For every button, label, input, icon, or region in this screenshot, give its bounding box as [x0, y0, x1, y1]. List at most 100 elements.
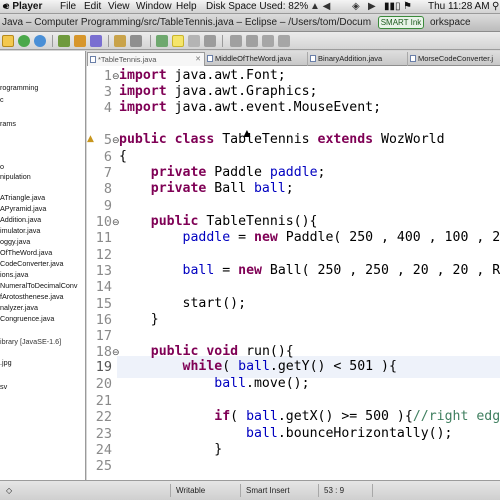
keyword: import — [119, 68, 167, 83]
tree-item[interactable]: .jpg — [0, 357, 12, 369]
run-icon[interactable] — [18, 35, 30, 47]
menu-view[interactable]: View — [108, 1, 130, 12]
keyword: while — [182, 359, 223, 374]
code-line[interactable]: ball.bounceHorizontally(); — [119, 426, 452, 441]
tab-middleoftheword[interactable]: MiddleOfTheWord.java — [205, 52, 308, 66]
code-line[interactable]: } — [119, 442, 222, 457]
line-number: 3 — [103, 84, 112, 100]
java-file-icon — [90, 56, 96, 63]
menubar-clock[interactable]: Thu 11:28 AM — [428, 1, 490, 12]
code-editor[interactable]: 1 3 4 5 6 7 8 9 10 11 12 13 14 15 16 17 … — [87, 66, 500, 480]
tab-binaryaddition[interactable]: BinaryAddition.java — [308, 52, 408, 66]
tree-item-library[interactable]: ibrary [JavaSE-1.6] — [0, 336, 61, 348]
smart-ink-badge[interactable]: SMART Ink — [378, 16, 424, 29]
code-line[interactable]: import java.awt.Font; — [119, 68, 286, 83]
code-line[interactable]: public void run(){ — [119, 344, 294, 359]
status-icon[interactable]: ◇ — [6, 486, 12, 495]
battery-icon[interactable]: ▮▮▯ — [384, 1, 401, 12]
format-icon[interactable] — [188, 35, 200, 47]
volume-icon[interactable]: ▶ — [368, 1, 376, 12]
code-text: .getX() >= 500 ){ — [277, 409, 413, 424]
warning-marker-icon[interactable]: ▲ — [87, 134, 94, 144]
tree-item[interactable]: rams — [0, 118, 16, 130]
java-file-icon — [410, 55, 416, 62]
keyword: if — [214, 409, 231, 424]
new-package-icon[interactable] — [74, 35, 86, 47]
open-type-icon[interactable] — [114, 35, 126, 47]
code-text: Ball — [206, 181, 254, 196]
code-text: = — [214, 263, 239, 278]
keyword: public — [119, 132, 167, 147]
code-text: .getY() < 501 ){ — [269, 359, 397, 374]
spotlight-icon[interactable]: ⚲ — [492, 1, 499, 12]
close-tab-icon[interactable]: ✕ — [195, 53, 201, 66]
tab-morsecodeconverter[interactable]: MorseCodeConverter.j — [408, 52, 500, 66]
code-line[interactable]: } — [119, 312, 159, 327]
code-line[interactable]: paddle = new Paddle( 250 , 400 , 100 , 2… — [119, 230, 500, 245]
next-annotation-icon[interactable] — [230, 35, 242, 47]
code-line[interactable]: if( ball.getX() >= 500 ){//right edge — [119, 409, 500, 424]
annotation-icon[interactable] — [172, 35, 184, 47]
code-line[interactable]: private Ball ball; — [119, 181, 294, 196]
tree-item[interactable]: c — [0, 94, 4, 106]
mouse-pointer-icon: ▲ — [241, 126, 253, 140]
wifi-icon[interactable]: ◈ — [352, 1, 360, 12]
line-number: 6 — [103, 149, 112, 165]
toolbar-separator — [108, 35, 109, 47]
code-line[interactable]: { — [119, 149, 127, 164]
debug-icon[interactable] — [2, 35, 14, 47]
field-name: paddle — [269, 165, 318, 180]
pin-icon[interactable] — [204, 35, 216, 47]
run-external-icon[interactable] — [34, 35, 46, 47]
code-line[interactable]: ball = new Ball( 250 , 250 , 20 , 20 , R… — [119, 263, 500, 278]
app-name[interactable]: e Player — [4, 1, 42, 12]
code-line[interactable]: import java.awt.event.MouseEvent; — [119, 100, 381, 115]
menu-edit[interactable]: Edit — [84, 1, 101, 12]
line-number: 9 — [103, 198, 112, 214]
field-name: ball — [246, 426, 278, 441]
tree-item[interactable]: Congruence.java — [0, 313, 54, 325]
code-line[interactable]: public class TableTennis extends WozWorl… — [119, 132, 445, 147]
line-number: 22 — [95, 409, 112, 425]
code-line[interactable]: import java.awt.Graphics; — [119, 84, 318, 99]
keyword: public — [150, 214, 199, 229]
tree-item[interactable]: rogramming — [0, 82, 38, 94]
line-number: 18 — [95, 344, 112, 360]
keyword: new — [238, 263, 262, 278]
code-line-current[interactable]: while( ball.getY() < 501 ){ — [119, 359, 397, 374]
search-icon[interactable] — [130, 35, 142, 47]
tree-item[interactable]: nipulation — [0, 171, 31, 183]
input-flag-icon[interactable]: ⚑ — [403, 1, 412, 12]
prev-annotation-icon[interactable] — [246, 35, 258, 47]
toggle-mark-icon[interactable] — [156, 35, 168, 47]
line-number: 16 — [95, 312, 112, 328]
field-name: ball — [246, 409, 278, 424]
line-number: 4 — [103, 100, 112, 116]
code-line[interactable]: ball.move(); — [119, 376, 309, 391]
menu-file[interactable]: File — [60, 1, 76, 12]
back-icon[interactable] — [262, 35, 274, 47]
new-class-icon[interactable] — [90, 35, 102, 47]
code-text: WozWorld — [373, 132, 445, 147]
code-text: ; — [285, 181, 294, 196]
tree-item[interactable]: sv — [0, 381, 7, 393]
toolbar — [0, 32, 500, 50]
menu-help[interactable]: Help — [176, 1, 197, 12]
disk-space-status[interactable]: Disk Space Used: 82% — [206, 1, 308, 12]
code-line[interactable]: private Paddle paddle; — [119, 165, 326, 180]
code-text: } — [214, 442, 223, 457]
code-line[interactable]: public TableTennis(){ — [119, 214, 318, 229]
code-text: run(){ — [238, 344, 294, 359]
line-number-gutter[interactable]: 1 3 4 5 6 7 8 9 10 11 12 13 14 15 16 17 … — [87, 66, 120, 480]
code-line[interactable]: start(); — [119, 296, 247, 311]
code-text: ; — [317, 165, 326, 180]
status-bar: ◇ Writable Smart Insert 53 : 9 — [0, 480, 500, 500]
tab-tabletennis[interactable]: *TableTennis.java ✕ — [87, 52, 205, 66]
forward-icon[interactable] — [278, 35, 290, 47]
line-number: 25 — [95, 458, 112, 474]
new-java-project-icon[interactable] — [58, 35, 70, 47]
code-text: Paddle — [206, 165, 270, 180]
toolbar-separator — [222, 35, 223, 47]
status-writable: Writable — [176, 486, 206, 495]
menu-window[interactable]: Window — [136, 1, 172, 12]
